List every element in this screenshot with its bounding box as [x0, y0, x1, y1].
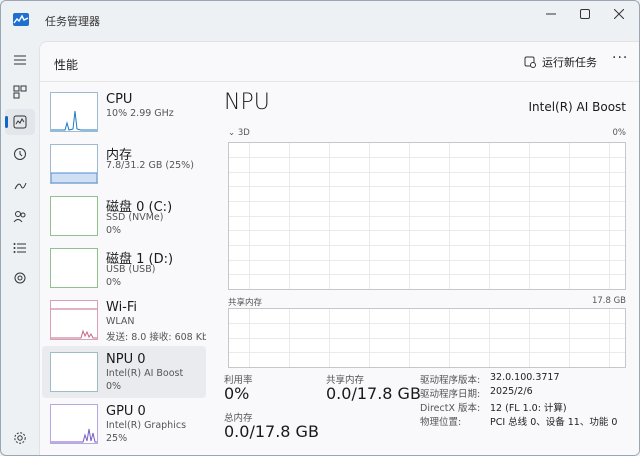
device-value: 0% — [106, 381, 122, 392]
details-icon — [13, 243, 26, 253]
device-list: CPU 10% 2.99 GHz 内存 7.8/31.2 GB (25%) 磁盘… — [42, 86, 206, 455]
utilization-value: 0% — [224, 384, 250, 403]
graph1-label: 3D — [237, 128, 250, 138]
close-icon — [614, 9, 624, 19]
physical-location-label: 物理位置: — [420, 417, 462, 428]
graph2-max: 17.8 GB — [591, 296, 626, 306]
disk0-thumbnail-graph — [50, 196, 98, 236]
device-gpu-0[interactable]: GPU 0 Intel(R) Graphics 25% — [42, 398, 206, 450]
left-navigation — [1, 41, 39, 455]
npu-detail-panel: NPU Intel(R) AI Boost ⌄ 3D 0% 共享内存 17.8 … — [224, 86, 627, 455]
nav-settings[interactable] — [5, 425, 35, 451]
device-disk-1[interactable]: 磁盘 1 (D:) USB (USB) 0% — [42, 242, 206, 294]
performance-icon — [13, 115, 27, 129]
nav-app-history[interactable] — [5, 141, 35, 167]
device-cpu[interactable]: CPU 10% 2.99 GHz — [42, 86, 206, 138]
device-name: NPU 0 — [106, 352, 146, 367]
device-disk-0[interactable]: 磁盘 0 (C:) SSD (NVMe) 0% — [42, 190, 206, 242]
settings-icon — [14, 432, 26, 444]
minimize-icon — [546, 13, 556, 15]
nav-performance[interactable] — [5, 109, 35, 135]
menu-icon — [14, 55, 26, 65]
device-wifi[interactable]: Wi-Fi WLAN 发送: 8.0 接收: 608 Kbps — [42, 294, 206, 346]
device-value: 0% — [106, 225, 122, 236]
driver-version-value: 32.0.100.3717 — [490, 372, 560, 383]
graph1-selector[interactable]: ⌄ 3D — [228, 128, 250, 138]
task-manager-app-icon — [13, 13, 29, 26]
device-subtitle: 10% 2.99 GHz — [106, 108, 174, 119]
more-options-button[interactable]: ··· — [612, 50, 628, 66]
directx-version-value: 12 (FL 1.0: 计算) — [490, 403, 567, 414]
gpu-thumbnail-graph — [50, 404, 98, 444]
close-button[interactable] — [601, 5, 637, 23]
chevron-down-icon: ⌄ — [228, 128, 236, 138]
title-bar: 任务管理器 — [1, 1, 639, 41]
device-value: 0% — [106, 277, 122, 288]
nav-details[interactable] — [5, 235, 35, 261]
nav-services[interactable] — [5, 265, 35, 291]
graph1-3d — [228, 142, 626, 290]
device-subtitle: Intel(R) AI Boost — [106, 368, 184, 379]
disk1-thumbnail-graph — [50, 248, 98, 288]
run-task-icon — [524, 56, 536, 68]
driver-version-label: 驱动程序版本: — [420, 375, 481, 386]
device-subtitle: WLAN — [106, 316, 135, 327]
device-subtitle: Intel(R) Graphics — [106, 420, 187, 431]
page-title: 性能 — [54, 58, 79, 72]
main-content: 性能 运行新任务 ··· CPU 10% 2.99 GHz 内存 7.8/31.… — [39, 41, 639, 455]
device-value: 25% — [106, 433, 128, 444]
device-npu-0[interactable]: NPU 0 Intel(R) AI Boost 0% — [42, 346, 206, 398]
device-name: GPU 0 — [106, 404, 146, 419]
content-header: 性能 运行新任务 ··· — [40, 42, 639, 82]
nav-processes[interactable] — [5, 79, 35, 105]
graph2-label: 共享内存 — [228, 298, 263, 308]
maximize-button[interactable] — [567, 5, 603, 23]
maximize-icon — [580, 9, 590, 19]
device-subtitle: USB (USB) — [106, 264, 156, 275]
graph2-shared-memory — [228, 308, 626, 368]
run-new-task-button[interactable]: 运行新任务 — [524, 54, 597, 70]
nav-users[interactable] — [5, 203, 35, 229]
processes-icon — [13, 85, 27, 99]
memory-thumbnail-graph — [50, 144, 98, 184]
device-name: Wi-Fi — [106, 300, 138, 315]
total-memory-value: 0.0/17.8 GB — [224, 422, 319, 441]
shared-memory-value: 0.0/17.8 GB — [326, 384, 421, 403]
window-title: 任务管理器 — [45, 15, 100, 28]
task-manager-window: 任务管理器 性能 运行新任务 ··· CPU 10% 2.99 GHz 内存 7… — [0, 0, 640, 456]
directx-version-label: DirectX 版本: — [420, 403, 481, 414]
menu-button[interactable] — [5, 47, 35, 73]
users-icon — [13, 211, 26, 223]
history-icon — [14, 148, 26, 160]
device-memory[interactable]: 内存 7.8/31.2 GB (25%) — [42, 138, 206, 190]
device-value: 发送: 8.0 接收: 608 Kbps — [106, 332, 206, 343]
physical-location-value: PCI 总线 0、设备 11、功能 0 — [490, 417, 618, 428]
services-icon — [14, 272, 26, 284]
minimize-button[interactable] — [533, 5, 569, 23]
cpu-thumbnail-graph — [50, 92, 98, 132]
device-subtitle: 7.8/31.2 GB (25%) — [106, 160, 194, 171]
nav-startup[interactable] — [5, 173, 35, 199]
run-new-task-label: 运行新任务 — [542, 56, 597, 69]
driver-date-value: 2025/2/6 — [490, 386, 533, 397]
driver-date-label: 驱动程序日期: — [420, 389, 481, 400]
npu-thumbnail-graph — [50, 352, 98, 392]
graph1-max: 0% — [612, 128, 627, 138]
device-name: CPU — [106, 92, 133, 107]
wifi-thumbnail-graph — [50, 300, 98, 340]
detail-title: NPU — [224, 90, 270, 115]
startup-icon — [14, 182, 27, 190]
device-subtitle: SSD (NVMe) — [106, 212, 164, 223]
detail-model: Intel(R) AI Boost — [528, 100, 626, 114]
